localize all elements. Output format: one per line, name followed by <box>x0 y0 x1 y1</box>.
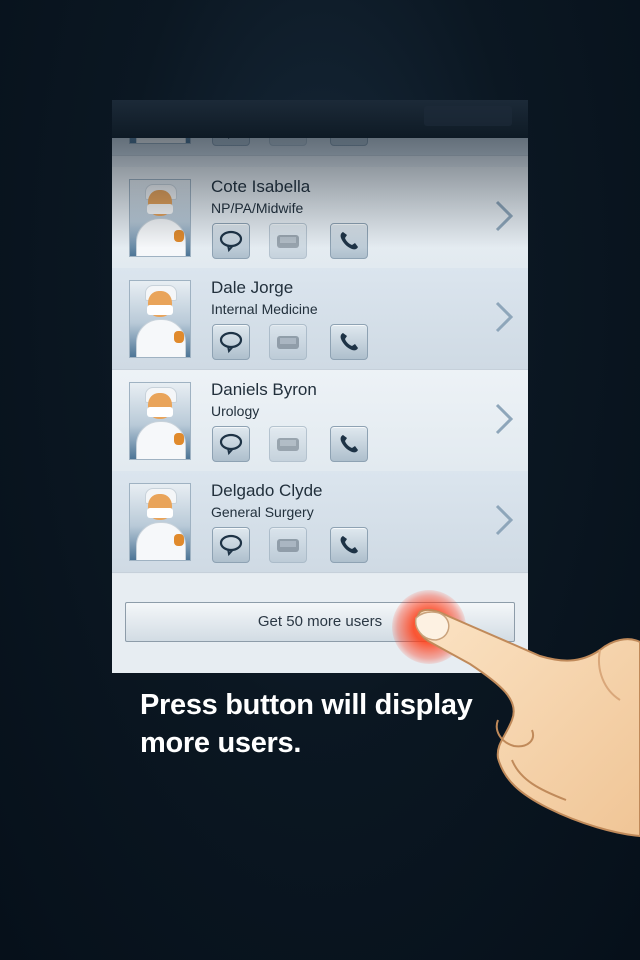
nav-right-button[interactable] <box>424 106 512 126</box>
navigation-bar <box>112 100 528 138</box>
pointing-hand-icon <box>414 608 640 838</box>
